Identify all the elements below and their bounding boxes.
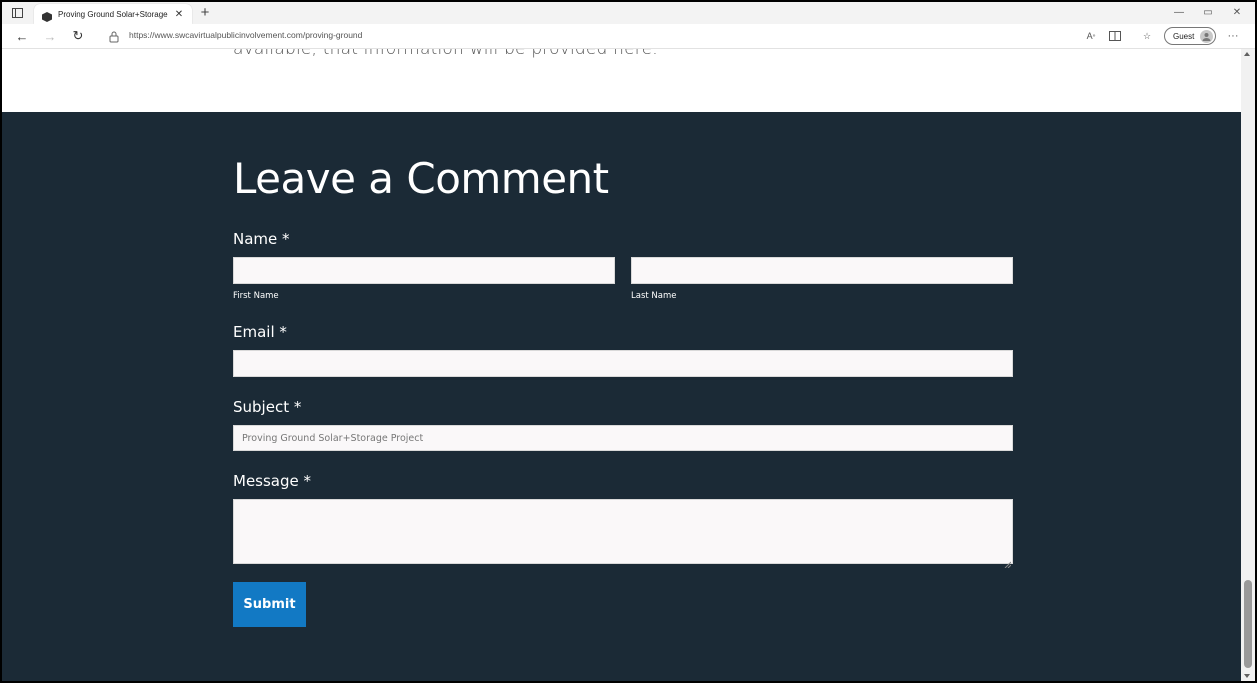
restore-icon[interactable]: ▭ [1198,5,1218,21]
last-name-input[interactable] [631,257,1013,284]
page-title: Leave a Comment [233,154,609,203]
subject-label: Subject * [233,398,302,416]
scrollbar-thumb[interactable] [1244,580,1252,668]
favorites-icon[interactable]: ☆ [1140,29,1154,43]
comment-section: Leave a Comment Name * First Name Last N… [2,112,1241,681]
subject-input[interactable]: Proving Ground Solar+Storage Project [233,425,1013,451]
tab-title: Proving Ground Solar+Storage P [58,9,170,19]
read-aloud-icon[interactable]: A» [1084,29,1098,43]
last-name-sublabel: Last Name [631,291,677,301]
browser-window: Proving Ground Solar+Storage P ✕ + — ▭ ✕… [2,2,1255,681]
page-viewport: available, that information will be prov… [2,49,1241,681]
name-label: Name * [233,230,290,248]
scroll-up-icon[interactable] [1244,52,1250,56]
tab-close-icon[interactable]: ✕ [174,9,184,20]
minimize-icon[interactable]: — [1169,5,1189,21]
immersive-reader-icon[interactable] [1108,29,1122,43]
subject-value: Proving Ground Solar+Storage Project [242,433,424,444]
tab-strip: Proving Ground Solar+Storage P ✕ + — ▭ ✕ [2,2,1255,24]
submit-button[interactable]: Submit [233,582,306,627]
favicon [42,9,52,22]
scroll-down-icon[interactable] [1244,674,1250,678]
email-label: Email * [233,323,287,341]
message-label: Message * [233,472,312,490]
tab-actions-icon[interactable] [8,5,26,21]
address-bar[interactable]: https://www.swcavirtualpublicinvolvement… [129,30,362,40]
new-tab-icon[interactable]: + [196,4,214,22]
info-text: available, that information will be prov… [233,49,658,59]
window-close-icon[interactable]: ✕ [1227,5,1247,21]
browser-tab[interactable]: Proving Ground Solar+Storage P ✕ [34,4,192,24]
avatar-icon [1200,29,1214,43]
profile-label: Guest [1173,31,1195,41]
resize-handle-icon[interactable] [1004,555,1012,569]
browser-toolbar: ← → ↻ https://www.swcavirtualpublicinvol… [2,24,1255,49]
first-name-input[interactable] [233,257,615,284]
lock-icon[interactable] [109,30,119,43]
refresh-icon[interactable]: ↻ [69,27,87,45]
more-icon[interactable]: ··· [1226,29,1240,43]
profile-button[interactable]: Guest [1164,27,1216,45]
first-name-sublabel: First Name [233,291,279,301]
email-input[interactable] [233,350,1013,377]
message-textarea[interactable] [233,499,1013,569]
vertical-scrollbar[interactable] [1241,49,1255,681]
forward-icon[interactable]: → [41,27,59,45]
back-icon[interactable]: ← [13,27,31,45]
